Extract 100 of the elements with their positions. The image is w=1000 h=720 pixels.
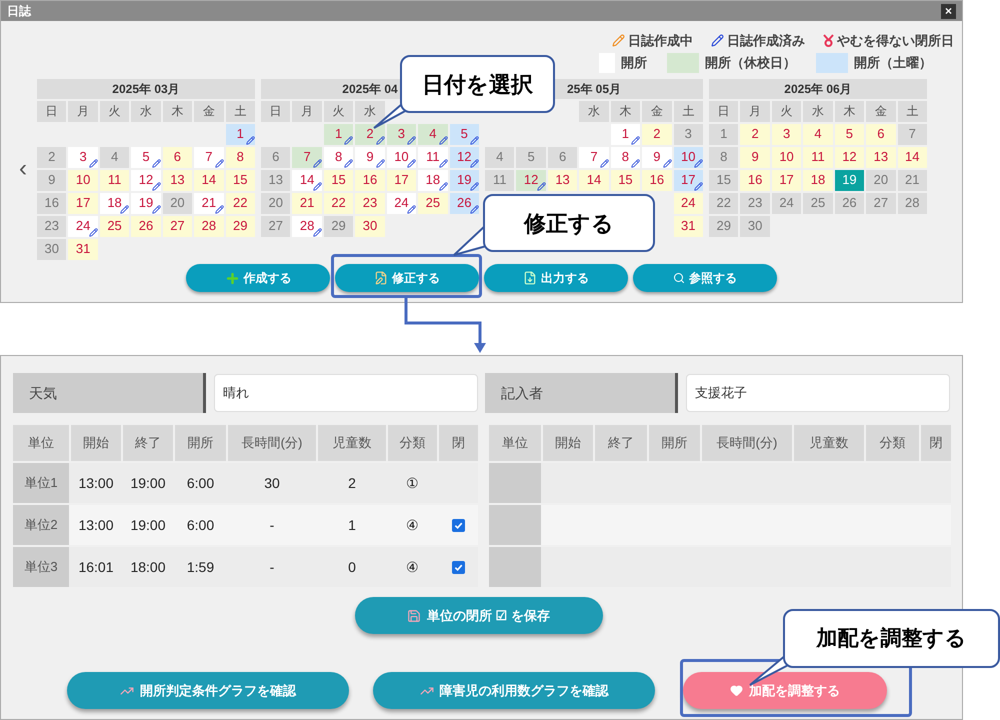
calendar-day[interactable]: 9 [740,146,770,168]
calendar-day[interactable]: 19 [450,170,479,190]
calendar-day[interactable]: 21 [292,192,322,214]
calendar-day[interactable]: 14 [292,170,322,190]
calendar-day[interactable]: 9 [355,146,385,168]
calendar-day[interactable]: 12 [131,170,161,190]
close-button[interactable]: × [941,4,956,18]
calendar-day[interactable]: 10 [674,146,703,168]
input-field[interactable]: 晴れ [214,374,478,412]
calendar-day[interactable]: 2 [740,124,770,144]
calendar-day[interactable]: 25 [803,192,833,214]
calendar-day[interactable]: 27 [261,216,290,236]
calendar-day[interactable]: 31 [674,216,703,236]
calendar-day[interactable]: 10 [772,146,802,168]
calendar-day[interactable]: 14 [579,170,609,190]
calendar-day[interactable]: 15 [226,170,255,190]
calendar-day[interactable]: 13 [866,146,896,168]
calendar-day[interactable]: 11 [418,146,448,168]
calendar-day[interactable]: 2 [642,124,672,144]
calendar-day[interactable]: 15 [324,170,354,190]
calendar-day[interactable]: 14 [194,170,224,190]
calendar-day[interactable]: 8 [324,146,354,168]
action-button[interactable]: 障害児の利用数グラフを確認 [373,672,655,709]
action-button[interactable]: 開所判定条件グラフを確認 [67,672,349,709]
action-button[interactable]: 参照する [633,264,777,292]
calendar-day[interactable]: 26 [450,192,479,214]
calendar-day[interactable]: 6 [866,124,896,144]
calendar-day[interactable]: 16 [37,192,66,214]
calendar-day[interactable]: 14 [898,146,927,168]
calendar-day[interactable]: 22 [709,192,738,214]
calendar-day[interactable]: 18 [803,170,833,190]
calendar-day[interactable]: 9 [37,170,66,190]
calendar-day[interactable]: 12 [450,146,479,168]
calendar-day[interactable]: 12 [516,170,546,190]
calendar-day[interactable]: 10 [68,170,98,190]
calendar-day[interactable]: 1 [226,124,255,144]
calendar-day[interactable]: 26 [834,192,864,214]
calendar-day[interactable]: 27 [162,216,192,236]
calendar-day[interactable]: 19 [834,170,864,190]
calendar-day[interactable]: 29 [709,216,738,236]
calendar-day[interactable]: 25 [418,192,448,214]
calendar-day[interactable]: 24 [674,192,703,214]
calendar-day[interactable]: 28 [194,216,224,236]
calendar-day[interactable]: 23 [740,192,770,214]
calendar-day[interactable]: 20 [261,192,290,214]
calendar-day[interactable]: 17 [772,170,802,190]
calendar-day[interactable]: 24 [386,192,416,214]
calendar-day[interactable]: 3 [68,146,98,168]
calendar-day[interactable]: 30 [355,216,385,236]
calendar-day[interactable]: 26 [131,216,161,236]
calendar-day[interactable]: 1 [709,124,738,144]
calendar-day[interactable]: 8 [709,146,738,168]
calendar-day[interactable]: 22 [324,192,354,214]
calendar-day[interactable]: 21 [194,192,224,214]
calendar-day[interactable]: 5 [450,124,479,144]
calendar-day[interactable]: 29 [324,216,354,236]
calendar-day[interactable]: 23 [355,192,385,214]
calendar-day[interactable]: 1 [610,124,640,144]
calendar-day[interactable]: 16 [355,170,385,190]
calendar-day[interactable]: 28 [292,216,322,236]
calendar-day[interactable]: 15 [709,170,738,190]
calendar-day[interactable]: 13 [261,170,290,190]
calendar-day[interactable]: 30 [37,238,66,260]
action-button[interactable]: 作成する [186,264,330,292]
calendar-day[interactable]: 17 [674,170,703,190]
calendar-day[interactable]: 3 [772,124,802,144]
calendar-day[interactable]: 22 [226,192,255,214]
calendar-day[interactable]: 3 [674,124,703,144]
calendar-day[interactable]: 6 [548,146,578,168]
calendar-day[interactable]: 7 [292,146,322,168]
calendar-day[interactable]: 7 [194,146,224,168]
calendar-day[interactable]: 24 [68,216,98,236]
calendar-day[interactable]: 6 [162,146,192,168]
calendar-day[interactable]: 30 [740,216,770,236]
calendar-day[interactable]: 23 [37,216,66,236]
calendar-day[interactable]: 27 [866,192,896,214]
calendar-day[interactable]: 8 [226,146,255,168]
calendar-day[interactable]: 7 [898,124,927,144]
save-button[interactable]: 単位の閉所 ☑ を保存 [354,597,602,634]
calendar-day[interactable]: 5 [834,124,864,144]
calendar-day[interactable]: 24 [772,192,802,214]
calendar-day[interactable]: 5 [131,146,161,168]
calendar-day[interactable]: 15 [610,170,640,190]
calendar-day[interactable]: 7 [579,146,609,168]
calendar-day[interactable]: 18 [418,170,448,190]
action-button[interactable]: 修正する [335,264,479,292]
calendar-day[interactable]: 19 [131,192,161,214]
calendar-day[interactable]: 10 [386,146,416,168]
calendar-day[interactable]: 29 [226,216,255,236]
calendar-day[interactable]: 11 [485,170,514,190]
checkbox[interactable] [452,518,465,532]
calendar-day[interactable]: 5 [516,146,546,168]
calendar-day[interactable]: 4 [803,124,833,144]
calendar-day[interactable]: 9 [642,146,672,168]
previous-button[interactable]: ‹ [15,157,31,181]
calendar-day[interactable]: 8 [610,146,640,168]
calendar-day[interactable]: 20 [162,192,192,214]
calendar-day[interactable]: 16 [642,170,672,190]
action-button[interactable]: 出力する [484,264,628,292]
calendar-day[interactable]: 2 [37,146,66,168]
